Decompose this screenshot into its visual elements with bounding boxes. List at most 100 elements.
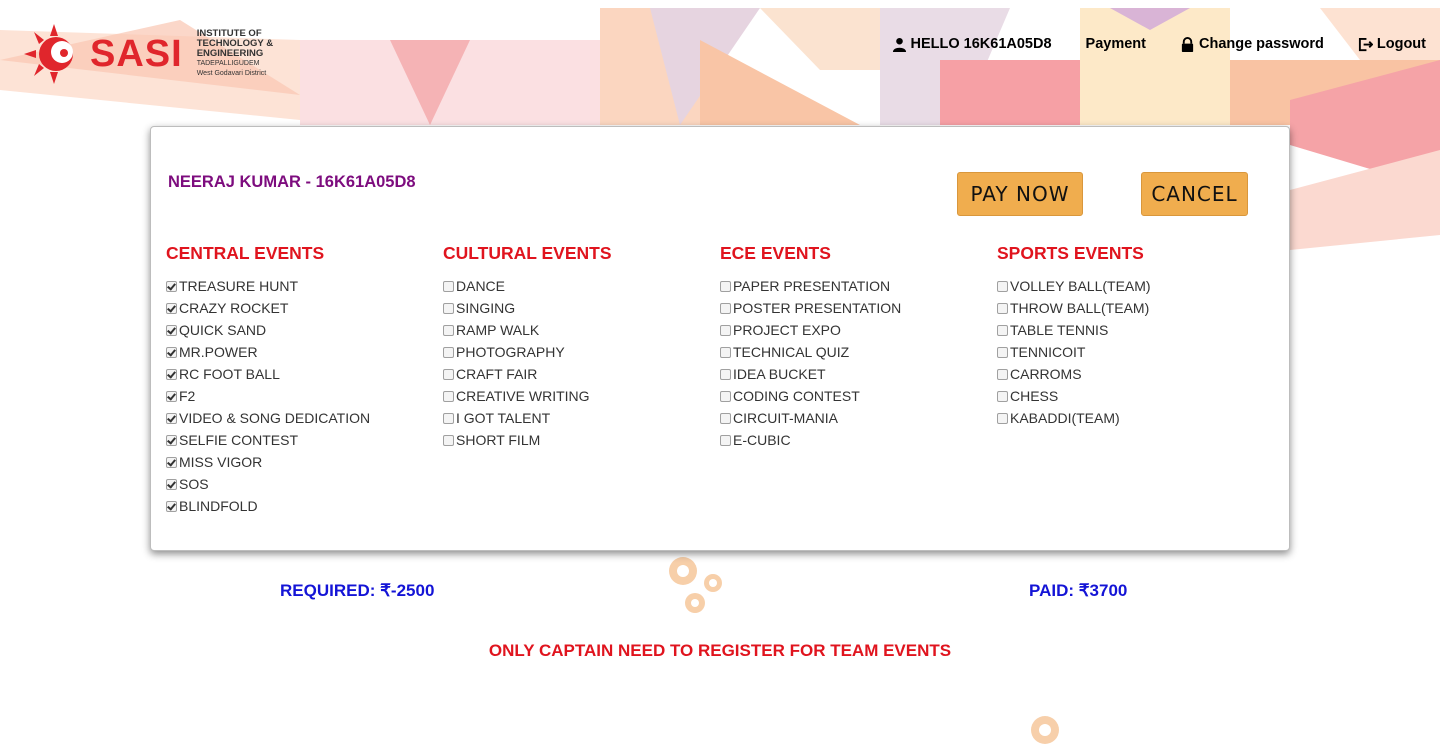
event-checkbox[interactable] [720, 434, 731, 446]
event-item[interactable]: CARROMS [997, 363, 1267, 385]
team-event-notice: ONLY CAPTAIN NEED TO REGISTER FOR TEAM E… [488, 641, 952, 660]
event-label: KABADDI(TEAM) [1010, 410, 1120, 426]
central-events-column: CENTRAL EVENTS TREASURE HUNT CRAZY ROCKET… [166, 243, 436, 517]
event-item[interactable]: QUICK SAND [166, 319, 436, 341]
event-checkbox[interactable] [997, 280, 1008, 292]
event-checkbox[interactable] [166, 324, 177, 336]
event-item[interactable]: VIDEO & SONG DEDICATION [166, 407, 436, 429]
event-item[interactable]: TENNICOIT [997, 341, 1267, 363]
logo-subtitle: INSTITUTE OF TECHNOLOGY & ENGINEERING TA… [196, 28, 274, 78]
event-item[interactable]: SHORT FILM [443, 429, 713, 451]
cancel-button[interactable]: CANCEL [1141, 172, 1248, 216]
event-checkbox[interactable] [720, 302, 731, 314]
change-password-link[interactable]: Change password [1180, 36, 1324, 52]
event-checkbox[interactable] [997, 302, 1008, 314]
event-checkbox[interactable] [443, 302, 454, 314]
event-checkbox[interactable] [166, 500, 177, 512]
event-item[interactable]: F2 [166, 385, 436, 407]
event-checkbox[interactable] [443, 412, 454, 424]
event-checkbox[interactable] [997, 346, 1008, 358]
event-label: PHOTOGRAPHY [456, 344, 565, 360]
event-item[interactable]: CHESS [997, 385, 1267, 407]
event-list: DANCE SINGING RAMP WALK PHOTOGRAPHY CRAFT FA… [443, 275, 713, 451]
event-label: CIRCUIT-MANIA [733, 410, 838, 426]
event-checkbox[interactable] [720, 280, 731, 292]
institute-logo[interactable]: SASI INSTITUTE OF TECHNOLOGY & ENGINEERI… [22, 18, 292, 90]
event-label: DANCE [456, 278, 506, 294]
event-checkbox[interactable] [166, 478, 177, 490]
sports-events-column: SPORTS EVENTS VOLLEY BALL(TEAM) THROW BAL… [997, 243, 1267, 429]
column-heading: SPORTS EVENTS [997, 243, 1144, 263]
event-item[interactable]: E-CUBIC [720, 429, 990, 451]
event-item[interactable]: MR.POWER [166, 341, 436, 363]
event-checkbox[interactable] [166, 280, 177, 292]
payment-link[interactable]: Payment [1086, 36, 1146, 52]
user-icon [892, 37, 906, 52]
event-checkbox[interactable] [720, 412, 731, 424]
event-checkbox[interactable] [166, 412, 177, 424]
event-checkbox[interactable] [166, 390, 177, 402]
event-checkbox[interactable] [166, 456, 177, 468]
logout-link[interactable]: Logout [1358, 36, 1426, 52]
event-checkbox[interactable] [720, 368, 731, 380]
event-checkbox[interactable] [720, 324, 731, 336]
event-item[interactable]: PHOTOGRAPHY [443, 341, 713, 363]
event-item[interactable]: TECHNICAL QUIZ [720, 341, 990, 363]
event-label: RAMP WALK [456, 322, 540, 338]
event-checkbox[interactable] [166, 346, 177, 358]
event-checkbox[interactable] [443, 368, 454, 380]
event-checkbox[interactable] [997, 368, 1008, 380]
logout-icon [1358, 37, 1373, 51]
event-item[interactable]: RAMP WALK [443, 319, 713, 341]
event-checkbox[interactable] [997, 412, 1008, 424]
event-item[interactable]: DANCE [443, 275, 713, 297]
event-checkbox[interactable] [997, 390, 1008, 402]
event-label: CRAZY ROCKET [179, 300, 289, 316]
event-label: MR.POWER [179, 344, 258, 360]
event-item[interactable]: TREASURE HUNT [166, 275, 436, 297]
event-item[interactable]: THROW BALL(TEAM) [997, 297, 1267, 319]
event-checkbox[interactable] [443, 434, 454, 446]
pay-now-button[interactable]: PAY NOW [957, 172, 1083, 216]
event-item[interactable]: CRAZY ROCKET [166, 297, 436, 319]
event-item[interactable]: IDEA BUCKET [720, 363, 990, 385]
event-label: PROJECT EXPO [733, 322, 841, 338]
event-label: TECHNICAL QUIZ [733, 344, 850, 360]
event-item[interactable]: VOLLEY BALL(TEAM) [997, 275, 1267, 297]
event-item[interactable]: CODING CONTEST [720, 385, 990, 407]
event-item[interactable]: SOS [166, 473, 436, 495]
event-item[interactable]: SELFIE CONTEST [166, 429, 436, 451]
event-item[interactable]: KABADDI(TEAM) [997, 407, 1267, 429]
event-item[interactable]: PAPER PRESENTATION [720, 275, 990, 297]
event-item[interactable]: CIRCUIT-MANIA [720, 407, 990, 429]
event-item[interactable]: MISS VIGOR [166, 451, 436, 473]
event-item[interactable]: PROJECT EXPO [720, 319, 990, 341]
event-label: RC FOOT BALL [179, 366, 280, 382]
event-item[interactable]: CRAFT FAIR [443, 363, 713, 385]
event-checkbox[interactable] [720, 346, 731, 358]
event-item[interactable]: BLINDFOLD [166, 495, 436, 517]
event-checkbox[interactable] [166, 434, 177, 446]
paid-amount: PAID: ₹3700 [1029, 581, 1128, 600]
event-item[interactable]: I GOT TALENT [443, 407, 713, 429]
event-checkbox[interactable] [997, 324, 1008, 336]
event-checkbox[interactable] [166, 302, 177, 314]
event-list: VOLLEY BALL(TEAM) THROW BALL(TEAM) TABLE T… [997, 275, 1267, 429]
event-label: VIDEO & SONG DEDICATION [179, 410, 371, 426]
event-label: E-CUBIC [733, 432, 791, 448]
event-label: TABLE TENNIS [1010, 322, 1109, 338]
event-item[interactable]: CREATIVE WRITING [443, 385, 713, 407]
event-label: POSTER PRESENTATION [733, 300, 902, 316]
event-checkbox[interactable] [166, 368, 177, 380]
event-item[interactable]: TABLE TENNIS [997, 319, 1267, 341]
event-checkbox[interactable] [443, 324, 454, 336]
event-checkbox[interactable] [443, 390, 454, 402]
event-item[interactable]: POSTER PRESENTATION [720, 297, 990, 319]
event-checkbox[interactable] [443, 280, 454, 292]
event-label: PAPER PRESENTATION [733, 278, 891, 294]
user-greeting[interactable]: HELLO 16K61A05D8 [892, 36, 1052, 52]
event-item[interactable]: RC FOOT BALL [166, 363, 436, 385]
event-checkbox[interactable] [443, 346, 454, 358]
event-item[interactable]: SINGING [443, 297, 713, 319]
event-checkbox[interactable] [720, 390, 731, 402]
